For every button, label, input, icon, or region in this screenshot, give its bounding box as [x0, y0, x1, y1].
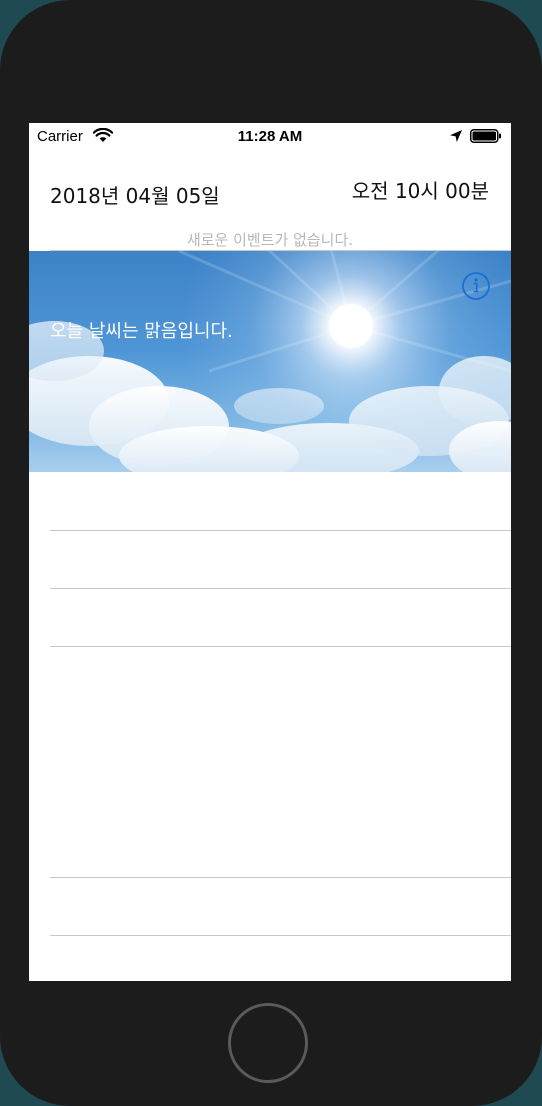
battery-icon: [470, 129, 501, 143]
app-screen: Carrier 11:28 AM 2018년 04월 05일 오전 10시 00…: [29, 123, 511, 981]
info-circle-icon[interactable]: [461, 271, 491, 301]
date-label: 2018년 04월 05일: [50, 184, 220, 208]
weather-message: 오늘 날씨는 맑음입니다.: [50, 321, 233, 342]
no-events-message: 새로운 이벤트가 없습니다.: [186, 231, 354, 249]
table-row[interactable]: [29, 473, 511, 530]
status-clock: 11:28 AM: [237, 128, 303, 145]
home-button[interactable]: [228, 1003, 308, 1083]
table-row[interactable]: [29, 531, 511, 588]
table-row[interactable]: [29, 878, 511, 935]
table-row[interactable]: [29, 589, 511, 646]
row-separator: [50, 935, 511, 936]
time-label: 오전 10시 00분: [351, 179, 489, 203]
status-bar: Carrier 11:28 AM: [29, 123, 511, 149]
weather-banner: 오늘 날씨는 맑음입니다.: [29, 251, 511, 472]
row-separator: [50, 877, 511, 878]
sunny-sky-image: [29, 251, 511, 472]
row-separator: [50, 646, 511, 647]
location-arrow-icon: [450, 130, 462, 142]
device-frame: Carrier 11:28 AM 2018년 04월 05일 오전 10시 00…: [0, 0, 542, 1106]
